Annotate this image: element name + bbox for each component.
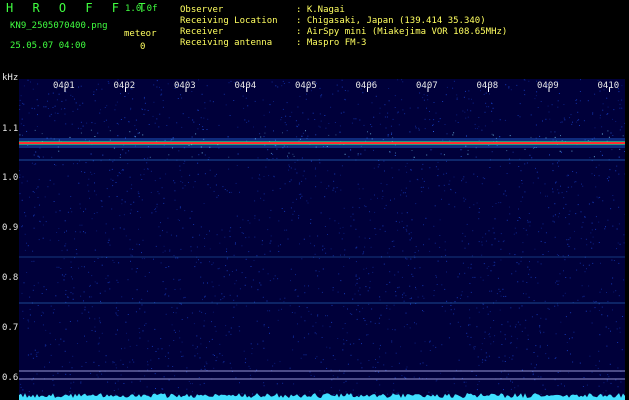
time-tick-label: 0408 <box>476 81 499 91</box>
carrier-line <box>19 142 625 144</box>
y-tick-label: 0.7 <box>2 323 19 333</box>
time-tick-label: 0406 <box>355 81 378 91</box>
datetime-label: 25.05.07 04:00 <box>10 41 86 51</box>
spectrogram-plot <box>19 79 625 400</box>
meteor-count: 0 <box>140 42 146 52</box>
spectrogram-canvas <box>19 79 625 400</box>
antenna-value: : Maspro FM-3 <box>296 38 367 48</box>
filename-label: KN9_2505070400.png <box>10 21 108 31</box>
y-tick-label: 0.8 <box>2 273 19 283</box>
y-tick-label: 1.0 <box>2 173 19 183</box>
time-tick-label: 0403 <box>174 81 196 91</box>
antenna-label: Receiving antenna <box>180 38 273 48</box>
time-tick-label: 0407 <box>416 81 438 91</box>
app-version: 1.0.0f <box>125 4 158 14</box>
time-tick-label: 0405 <box>295 81 317 91</box>
y-tick-label: 0.6 <box>2 373 19 383</box>
y-axis-unit: kHz <box>2 73 19 83</box>
time-tick-label: 0402 <box>113 81 136 91</box>
header-panel: H R O F F T 1.0.0f KN9_2505070400.png 25… <box>0 0 629 72</box>
receiver-value: : AirSpy mini (Miakejima VOR 108.65MHz) <box>296 27 508 37</box>
y-tick-label: 1.1 <box>2 124 19 134</box>
time-tick-label: 0409 <box>537 81 559 91</box>
location-label: Receiving Location <box>180 16 278 26</box>
observer-value: : K.Nagai <box>296 5 345 15</box>
receiver-label: Receiver <box>180 27 224 37</box>
location-value: : Chigasaki, Japan (139.414 35.340) <box>296 16 486 26</box>
time-tick-label: 0404 <box>234 81 257 91</box>
plot-background <box>19 79 625 400</box>
observer-label: Observer <box>180 5 224 15</box>
y-tick-label: 0.9 <box>2 223 19 233</box>
time-tick-label: 0410 <box>597 81 620 91</box>
time-tick-label: 0401 <box>53 81 75 91</box>
meteor-label: meteor <box>124 29 157 39</box>
